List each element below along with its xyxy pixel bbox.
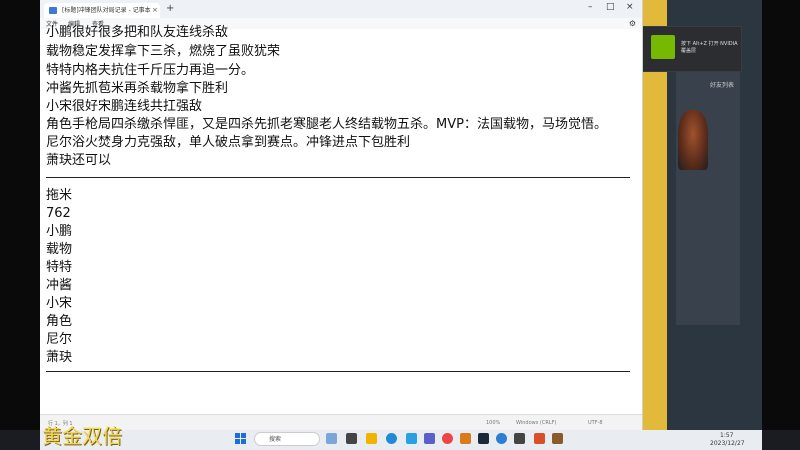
close-tab-icon[interactable]: × [152,3,158,18]
nvidia-notification[interactable]: 按下 Alt+Z 打开 NVIDIA 覆盖层 [642,26,742,72]
text-line: 冲酱 [46,278,73,293]
divider-line [46,177,630,178]
store-icon[interactable] [406,433,417,444]
notepad-icon [49,7,57,14]
divider-line [46,371,630,372]
settings-gear-icon[interactable]: ⚙ [629,19,636,28]
notepad-taskbar-icon[interactable] [552,433,563,444]
notepad-window: [标题]冲锋团队对局记录 - 记事本 × + – □ × 文件 编辑 查看 ⚙ … [40,0,643,431]
video-watermark: 黄金双倍 [42,424,122,448]
game-character [678,110,708,170]
widget-icon[interactable] [326,433,337,444]
new-tab-button[interactable]: + [166,3,174,14]
text-line: 特特内格夫抗住千斤压力再追一分。 [46,63,255,78]
text-line: 萧玦 [46,350,73,365]
right-letterbox [762,0,800,450]
close-icon[interactable]: × [626,2,634,12]
text-line: 冲酱先抓苞米再杀载物拿下胜利 [46,81,229,96]
file-explorer-icon[interactable] [366,433,377,444]
text-line: 尼尔 [46,332,73,347]
text-line: 角色 [46,314,73,329]
start-button[interactable] [235,433,247,445]
app-icon[interactable] [496,433,507,444]
taskbar-search[interactable]: 搜索 [254,432,320,446]
text-line: 萧玦还可以 [46,153,112,168]
taskbar [40,430,762,450]
text-line: 特特 [46,260,73,275]
encoding: UTF-8 [588,420,603,426]
minimize-icon[interactable]: – [588,2,593,12]
document-tab[interactable]: [标题]冲锋团队对局记录 - 记事本 × [44,3,160,18]
line-ending: Windows (CRLF) [516,420,557,426]
text-line: 小宋 [46,296,73,311]
app-icon[interactable] [534,433,545,444]
task-view-icon[interactable] [346,433,357,444]
steam-icon[interactable] [478,433,489,444]
app-icon[interactable] [460,433,471,444]
text-line: 载物 [46,242,73,257]
text-line: 尼尔浴火焚身力克强敌，单人破点拿到赛点。冲锋进点下包胜利 [46,135,411,150]
nvidia-text: 按下 Alt+Z 打开 NVIDIA 覆盖层 [681,41,738,54]
game-side-panel [676,60,740,325]
text-line: 角色手枪局四杀缴杀悍匪，又是四杀先抓老寒腿老人终结载物五杀。MVP：法国载物，马… [46,117,607,132]
text-line: 拖米 [46,188,73,203]
tab-title: [标题]冲锋团队对局记录 - 记事本 [62,7,151,14]
text-line: 小鹏 [46,224,73,239]
app-icon[interactable] [514,433,525,444]
clock-date: 2023/12/27 [710,440,745,447]
clock-time: 1:57 [720,432,734,439]
edge-browser-icon[interactable] [386,433,397,444]
text-line: 小鹏很好很多把和队友连线杀敌 [46,25,229,40]
zoom-level: 100% [486,420,501,426]
app-icon[interactable] [424,433,435,444]
text-line: 小宋很好宋鹏连线共扛强敌 [46,99,203,114]
status-bar: 行 1，列 1 100% Windows (CRLF) UTF-8 [40,414,642,431]
text-line: 762 [46,206,71,221]
text-line: 载物稳定发挥拿下三杀，燃烧了虽败犹荣 [46,44,281,59]
maximize-icon[interactable]: □ [606,2,615,12]
left-letterbox [0,0,40,450]
title-bar: [标题]冲锋团队对局记录 - 记事本 × + – □ × [40,0,642,18]
app-icon[interactable] [442,433,453,444]
nvidia-icon [651,35,675,59]
side-label: 好友列表 [710,82,735,89]
